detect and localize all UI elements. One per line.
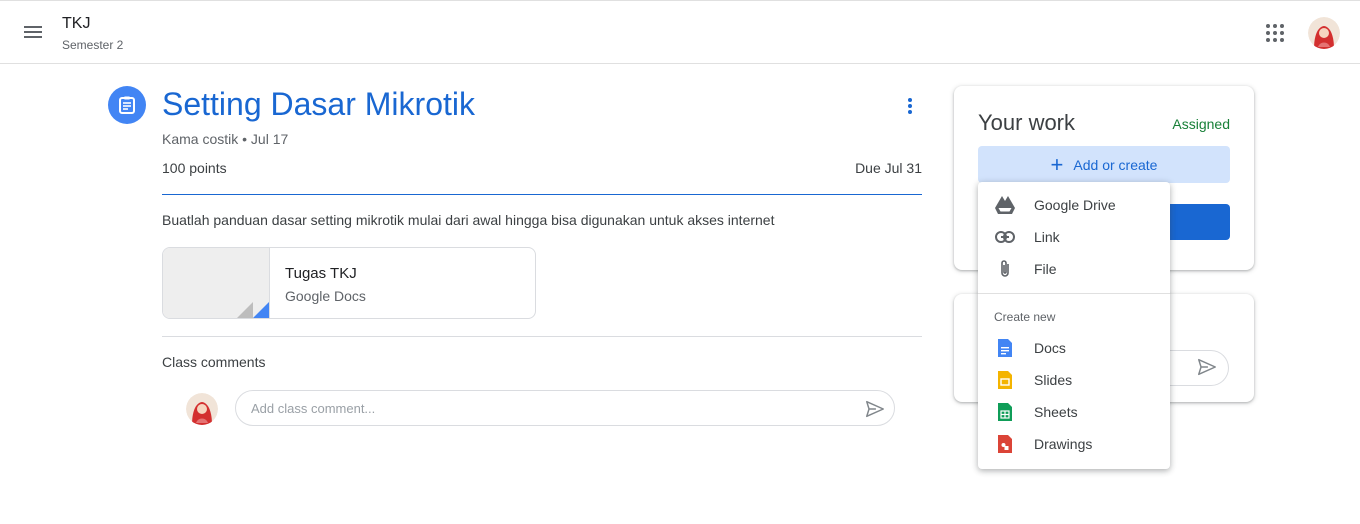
attachment-title: Tugas TKJ (285, 265, 357, 282)
add-or-create-button[interactable]: + Add or create (978, 146, 1230, 183)
assignment-description: Buatlah panduan dasar setting mikrotik m… (162, 212, 775, 228)
send-icon[interactable] (1196, 356, 1218, 378)
sheets-icon (994, 401, 1016, 423)
top-app-bar: TKJ Semester 2 (0, 0, 1360, 64)
attachment-thumbnail (163, 248, 270, 318)
create-new-label: Create new (994, 310, 1056, 324)
class-name[interactable]: TKJ (62, 15, 90, 33)
header-divider (162, 194, 922, 195)
assignment-meta: Kama costik • Jul 17 (162, 131, 289, 147)
attachment-type: Google Docs (285, 288, 366, 304)
docs-icon (994, 337, 1016, 359)
comment-avatar (186, 393, 218, 425)
menu-item-label: Docs (1034, 340, 1066, 356)
send-icon[interactable] (864, 398, 886, 420)
add-or-create-label: Add or create (1073, 156, 1158, 173)
assignment-title: Setting Dasar Mikrotik (162, 86, 475, 122)
menu-item-slides[interactable]: Slides (978, 364, 1170, 396)
comments-divider (162, 336, 922, 337)
menu-icon[interactable] (22, 23, 46, 43)
menu-item-sheets[interactable]: Sheets (978, 396, 1170, 428)
apps-grid-icon[interactable] (1266, 24, 1286, 44)
account-avatar[interactable] (1308, 17, 1340, 49)
menu-divider (978, 293, 1170, 294)
menu-item-label: Google Drive (1034, 197, 1116, 213)
class-section: Semester 2 (62, 38, 124, 52)
attachment-card[interactable]: Tugas TKJ Google Docs (162, 247, 536, 319)
paperclip-icon (994, 258, 1016, 280)
menu-item-docs[interactable]: Docs (978, 332, 1170, 364)
menu-item-label: Slides (1034, 372, 1073, 388)
drawings-icon (994, 433, 1016, 455)
assignment-icon (108, 86, 146, 124)
your-work-title: Your work (978, 110, 1076, 135)
menu-item-google-drive[interactable]: Google Drive (978, 189, 1170, 221)
menu-item-label: Link (1034, 229, 1060, 245)
google-drive-icon (994, 194, 1016, 216)
slides-icon (994, 369, 1016, 391)
menu-item-link[interactable]: Link (978, 221, 1170, 253)
menu-item-file[interactable]: File (978, 253, 1170, 285)
assignment-points: 100 points (162, 160, 227, 176)
add-or-create-menu: Google Drive Link File Create new Docs S… (978, 182, 1170, 469)
menu-item-drawings[interactable]: Drawings (978, 428, 1170, 460)
more-options-icon[interactable] (898, 94, 922, 118)
plus-icon: + (1050, 151, 1064, 177)
menu-item-label: File (1034, 261, 1057, 277)
assignment-due-date: Due Jul 31 (855, 160, 922, 176)
menu-item-label: Drawings (1034, 436, 1093, 452)
menu-item-label: Sheets (1034, 404, 1078, 420)
link-icon (994, 226, 1016, 248)
class-comments-label: Class comments (162, 354, 266, 370)
class-comment-input[interactable] (235, 390, 895, 426)
status-badge: Assigned (1172, 116, 1230, 132)
